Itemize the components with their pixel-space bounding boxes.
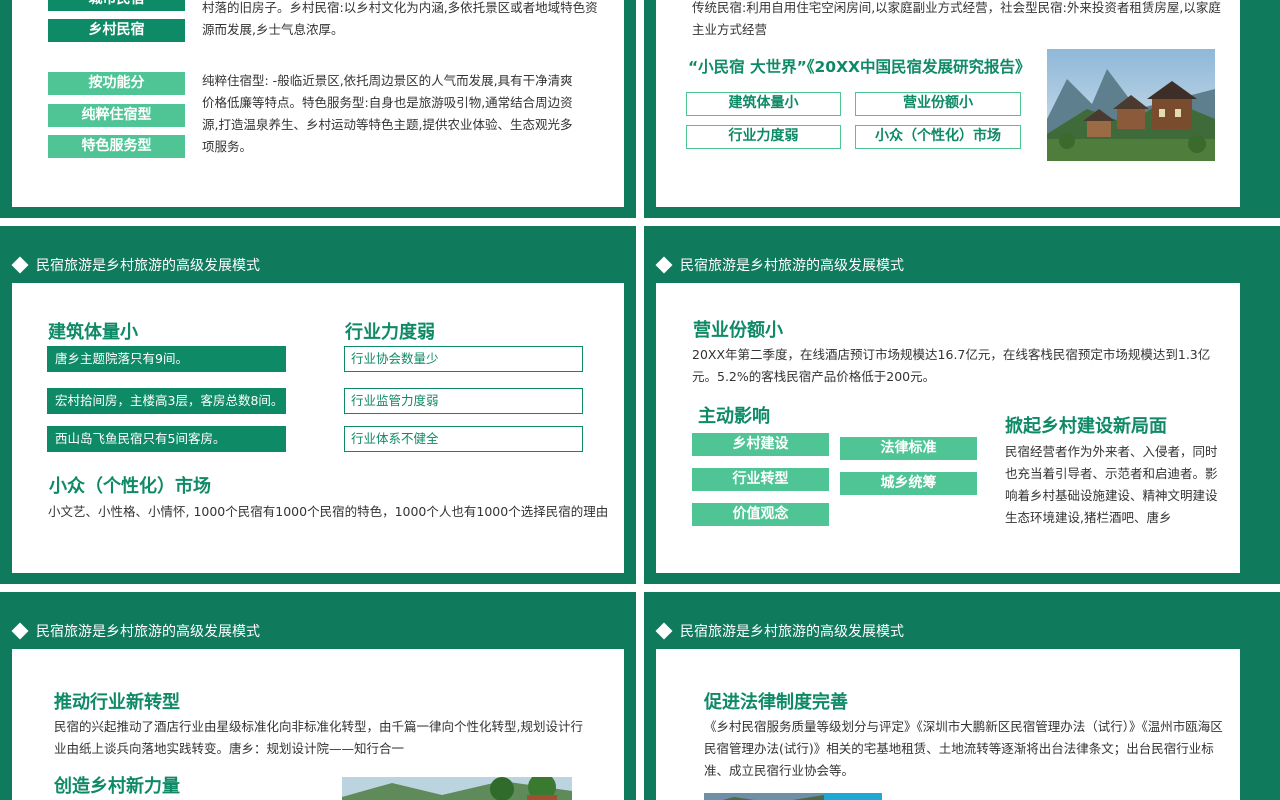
slide-1-panel: 城市民宿 乡村民宿 村落的旧房子。乡村民宿:以乡村文化为内涵,多依托景区或者地域… (12, 0, 624, 207)
text-new-situation: 民宿经营者作为外来者、入侵者，同时也充当着引导者、示范者和启迪者。影响着乡村基础… (1005, 444, 1218, 525)
tag-weak-industry: 行业力度弱 (686, 125, 841, 149)
slide-2: 传统民宿:利用自用住宅空闲房间,以家庭副业方式经营，社会型民宿:外来投资者租赁房… (644, 0, 1280, 218)
bar-xishan: 西山岛飞鱼民宿只有5间客房。 (47, 426, 286, 452)
bar-weak-supervision: 行业监管力度弱 (344, 388, 583, 414)
slide-6: 民宿旅游是乡村旅游的高级发展模式 促进法律制度完善 《乡村民宿服务质量等级划分与… (644, 592, 1280, 800)
slide-2-panel: 传统民宿:利用自用住宅空闲房间,以家庭副业方式经营，社会型民宿:外来投资者租赁房… (656, 0, 1240, 207)
bar-hongcun: 宏村拾间房，主楼高3层，客房总数8间。 (47, 388, 286, 414)
bar-incomplete-system: 行业体系不健全 (344, 426, 583, 452)
text-niche-market: 小文艺、小性格、小情怀, 1000个民宿有1000个民宿的特色，1000个人也有… (48, 504, 609, 519)
slide-5-panel: 推动行业新转型 民宿的兴起推动了酒店行业由星级标准化向非标准化转型，由千篇一律向… (12, 649, 624, 800)
heading-weak-industry: 行业力度弱 (345, 322, 435, 343)
tag-city-homestay: 城市民宿 (48, 0, 185, 11)
slide-4-title: 民宿旅游是乡村旅游的高级发展模式 (655, 255, 904, 275)
text-industry-transform: 民宿的兴起推动了酒店行业由星级标准化向非标准化转型，由千篇一律向个性化转型,规划… (54, 719, 583, 756)
text-legal-improvement: 《乡村民宿服务质量等级划分与评定》《深圳市大鹏新区民宿管理办法（试行）》《温州市… (704, 719, 1223, 778)
tag-small-scale: 建筑体量小 (686, 92, 841, 116)
heading-legal-improvement: 促进法律制度完善 (704, 692, 848, 713)
heading-small-scale: 建筑体量小 (48, 322, 138, 343)
slide-3-panel: 建筑体量小 唐乡主题院落只有9间。 宏村拾间房，主楼高3层，客房总数8间。 西山… (12, 283, 624, 573)
diamond-icon (11, 256, 29, 274)
tag-by-function: 按功能分 (48, 72, 185, 95)
text-homestay-types: 传统民宿:利用自用住宅空闲房间,以家庭副业方式经营，社会型民宿:外来投资者租赁房… (692, 0, 1221, 37)
heading-new-situation: 掀起乡村建设新局面 (1005, 416, 1167, 437)
slide-3-title: 民宿旅游是乡村旅游的高级发展模式 (11, 255, 260, 275)
slide-6-panel: 促进法律制度完善 《乡村民宿服务质量等级划分与评定》《深圳市大鹏新区民宿管理办法… (656, 649, 1240, 800)
slide-5-title: 民宿旅游是乡村旅游的高级发展模式 (11, 621, 260, 641)
text-function-types: 纯粹住宿型: -般临近景区,依托周边景区的人气而发展,具有干净清爽价格低廉等特点… (202, 73, 573, 154)
heading-niche-market: 小众（个性化）市场 (49, 476, 211, 497)
green-hills-photo (342, 777, 572, 800)
heading-industry-transform: 推动行业新转型 (54, 692, 180, 713)
slide-1: 城市民宿 乡村民宿 村落的旧房子。乡村民宿:以乡村文化为内涵,多依托景区或者地域… (0, 0, 636, 218)
tag-urban-rural: 城乡统筹 (840, 472, 977, 495)
heading-new-rural-force: 创造乡村新力量 (54, 776, 180, 797)
tag-values: 价值观念 (692, 503, 829, 526)
report-title: “小民宿 大世界”《20XX中国民宿发展研究报告》 (688, 58, 1031, 76)
tag-rural-homestay: 乡村民宿 (48, 19, 185, 42)
slide-4: 民宿旅游是乡村旅游的高级发展模式 营业份额小 20XX年第二季度，在线酒店预订市… (644, 226, 1280, 584)
lakeside-village-photo (704, 793, 882, 800)
mountain-village-photo (1047, 49, 1215, 161)
tag-special-service: 特色服务型 (48, 135, 185, 158)
tag-industry-transform: 行业转型 (692, 468, 829, 491)
slide-4-panel: 营业份额小 20XX年第二季度，在线酒店预订市场规模达16.7亿元，在线客栈民宿… (656, 283, 1240, 573)
heading-active-influence: 主动影响 (698, 406, 770, 427)
text-rural-homestay: 村落的旧房子。乡村民宿:以乡村文化为内涵,多依托景区或者地域特色资源而发展,乡士… (202, 0, 598, 37)
text-market-share: 20XX年第二季度，在线酒店预订市场规模达16.7亿元，在线客栈民宿预定市场规模… (692, 347, 1211, 384)
diamond-icon (11, 622, 29, 640)
tag-niche-market: 小众（个性化）市场 (855, 125, 1021, 149)
diamond-icon (655, 622, 673, 640)
diamond-icon (655, 256, 673, 274)
tag-small-share: 营业份额小 (855, 92, 1021, 116)
tag-pure-lodging: 纯粹住宿型 (48, 104, 185, 127)
slide-6-title: 民宿旅游是乡村旅游的高级发展模式 (655, 621, 904, 641)
tag-rural-construction: 乡村建设 (692, 433, 829, 456)
tag-legal-standards: 法律标准 (840, 437, 977, 460)
bar-few-associations: 行业协会数量少 (344, 346, 583, 372)
heading-small-share: 营业份额小 (693, 320, 783, 341)
slide-3: 民宿旅游是乡村旅游的高级发展模式 建筑体量小 唐乡主题院落只有9间。 宏村拾间房… (0, 226, 636, 584)
slide-5: 民宿旅游是乡村旅游的高级发展模式 推动行业新转型 民宿的兴起推动了酒店行业由星级… (0, 592, 636, 800)
bar-tangxiang: 唐乡主题院落只有9间。 (47, 346, 286, 372)
